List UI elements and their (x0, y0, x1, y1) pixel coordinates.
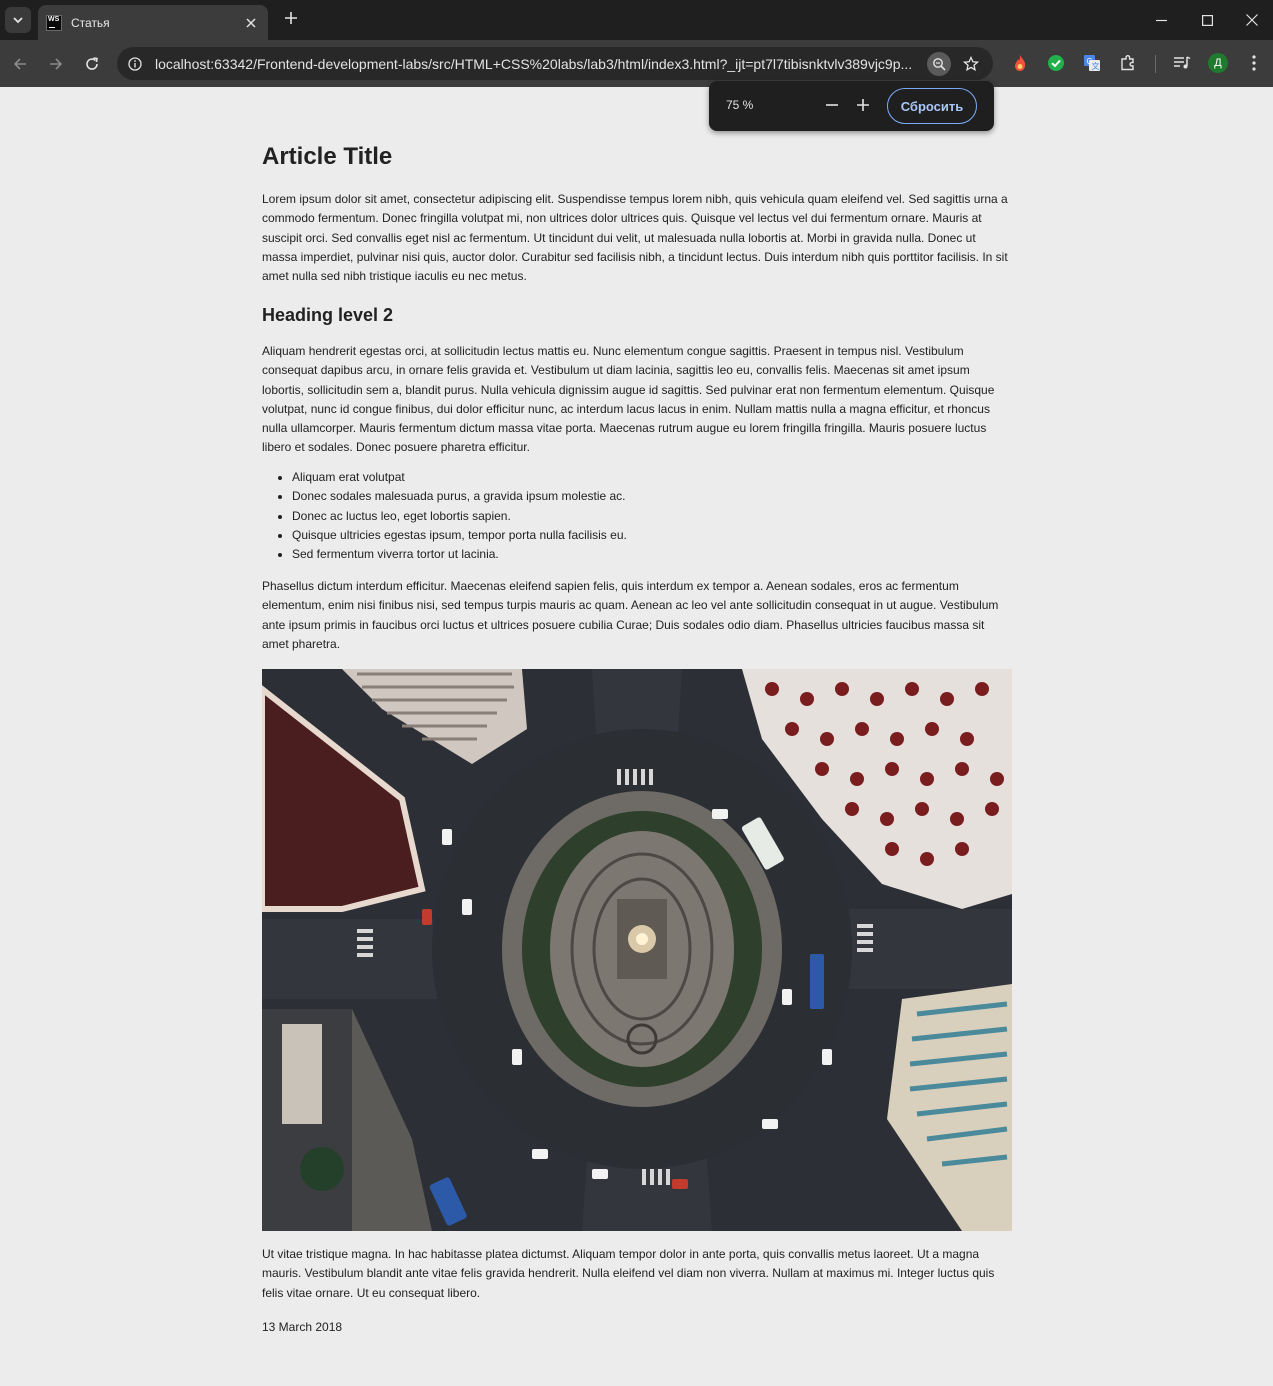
body-paragraph-3: Phasellus dictum interdum efficitur. Mae… (262, 579, 999, 651)
list-item: Aliquam erat volutpat (292, 468, 1012, 487)
svg-text:文: 文 (1092, 61, 1100, 71)
reload-icon[interactable] (79, 51, 105, 77)
close-icon[interactable] (242, 15, 260, 31)
zoom-level-text: 75 % (726, 98, 754, 112)
fire-extension-icon[interactable] (1010, 53, 1030, 73)
zoom-popup: 75 % Сбросить (709, 81, 994, 131)
site-info-icon[interactable] (124, 53, 146, 75)
tab-active[interactable]: WS Статья (38, 5, 268, 40)
toolbar-separator (1155, 55, 1156, 73)
plus-icon[interactable] (280, 8, 302, 30)
tab-search-icon[interactable] (5, 7, 31, 33)
browser-toolbar: localhost:63342/Frontend-development-lab… (0, 40, 1273, 87)
zoom-reset-button[interactable]: Сбросить (887, 88, 977, 124)
intro-paragraph: Lorem ipsum dolor sit amet, consectetur … (262, 192, 1008, 284)
translate-extension-icon[interactable]: G文 (1082, 53, 1102, 73)
list-item: Sed fermentum viverra tortor ut lacinia. (292, 545, 1012, 564)
avatar[interactable]: Д (1208, 53, 1228, 73)
back-arrow-icon[interactable] (7, 51, 33, 77)
url-text[interactable]: localhost:63342/Frontend-development-lab… (155, 56, 927, 72)
check-extension-icon[interactable] (1046, 53, 1066, 73)
page-title: Article Title (262, 143, 393, 170)
list-item: Donec sodales malesuada purus, a gravida… (292, 487, 1012, 506)
list-item: Quisque ultricies egestas ipsum, tempor … (292, 526, 1012, 545)
star-icon[interactable] (959, 52, 983, 76)
publish-date: 13 March 2018 (262, 1320, 343, 1334)
tab-strip: WS Статья (0, 0, 1273, 40)
body-paragraph-4: Ut vitae tristique magna. In hac habitas… (262, 1247, 995, 1300)
aerial-roundabout-photo (262, 669, 1012, 1231)
close-icon[interactable] (1229, 0, 1273, 40)
minimize-icon[interactable] (1138, 0, 1184, 40)
list-item: Donec ac luctus leo, eget lobortis sapie… (292, 507, 1012, 526)
zoom-in-button[interactable] (852, 94, 874, 116)
kebab-menu-icon[interactable] (1244, 53, 1264, 73)
puzzle-extensions-icon[interactable] (1118, 53, 1138, 73)
media-control-icon[interactable] (1172, 53, 1192, 73)
bullet-list: Aliquam erat volutpat Donec sodales male… (292, 468, 1012, 564)
body-paragraph-2: Aliquam hendrerit egestas orci, at solli… (262, 344, 995, 455)
maximize-icon[interactable] (1184, 0, 1230, 40)
section-heading: Heading level 2 (262, 305, 394, 325)
zoom-magnifier-icon[interactable] (927, 51, 951, 76)
tab-title: Статья (71, 15, 110, 30)
forward-arrow-icon[interactable] (43, 51, 69, 77)
zoom-out-button[interactable] (821, 94, 843, 116)
address-bar[interactable]: localhost:63342/Frontend-development-lab… (117, 47, 993, 80)
webstorm-favicon-icon: WS (46, 14, 62, 31)
